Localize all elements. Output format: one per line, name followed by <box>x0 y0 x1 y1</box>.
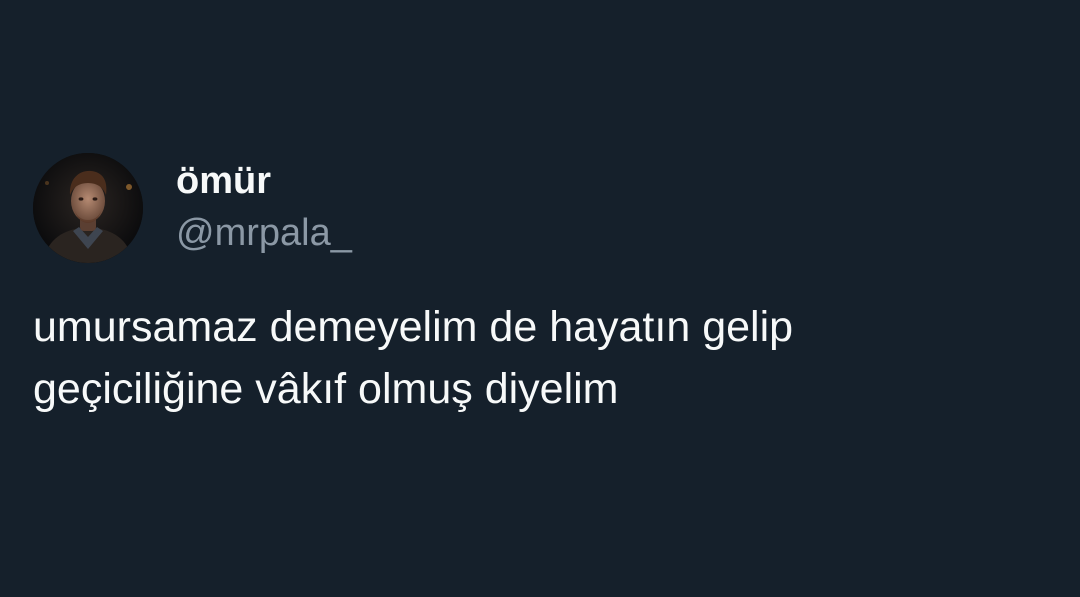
tweet-card: ömür @mrpala_ umursamaz demeyelim de hay… <box>0 0 1080 597</box>
author-handle[interactable]: @mrpala_ <box>176 210 352 256</box>
avatar[interactable] <box>33 153 143 263</box>
tweet-text: umursamaz demeyelim de hayatın gelip geç… <box>33 303 794 413</box>
author-display-name[interactable]: ömür <box>176 158 271 204</box>
profile-photo-icon <box>33 153 143 263</box>
